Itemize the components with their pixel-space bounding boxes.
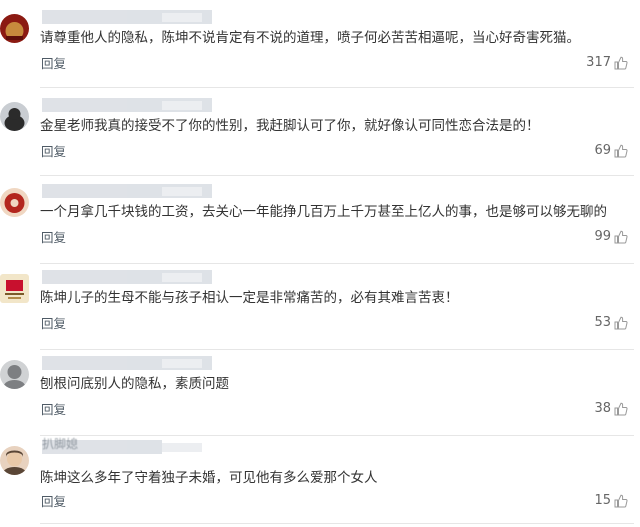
like-button[interactable]: 53 <box>594 314 628 332</box>
like-count: 53 <box>594 315 611 330</box>
comment-item: 陈坤儿子的生母不能与孩子相认一定是非常痛苦的，必有其难言苦衷！ 回复 53 <box>0 270 640 350</box>
reply-button[interactable]: 回复 <box>41 143 66 161</box>
thumbs-up-icon <box>614 316 628 330</box>
username-blurred[interactable] <box>42 356 212 370</box>
comment-item: 刨根问底别人的隐私，素质问题 回复 38 <box>0 356 640 436</box>
reply-button[interactable]: 回复 <box>41 55 66 73</box>
thumbs-up-icon <box>614 230 628 244</box>
comment-item: 一个月拿几千块钱的工资，去关心一年能挣几百万上千万甚至上亿人的事，也是够可以够无… <box>0 184 640 264</box>
divider <box>40 435 634 436</box>
user-avatar[interactable] <box>0 360 29 389</box>
comment-text: 陈坤儿子的生母不能与孩子相认一定是非常痛苦的，必有其难言苦衷！ <box>40 290 459 306</box>
divider <box>40 175 634 176</box>
comment-item: 请尊重他人的隐私，陈坤不说肯定有不说的道理，喷子何必苦苦相逼呢，当心好奇害死猫。… <box>0 10 640 88</box>
username-blurred[interactable] <box>42 98 212 112</box>
comment-item: 金星老师我真的接受不了你的性别，我赶脚认可了你，就好像认可同性恋合法是的！ 回复… <box>0 98 640 176</box>
like-count: 317 <box>586 55 611 70</box>
like-count: 15 <box>594 493 611 508</box>
like-button[interactable]: 69 <box>594 142 628 160</box>
username-blurred[interactable] <box>42 10 212 24</box>
like-count: 69 <box>594 143 611 158</box>
user-avatar[interactable] <box>0 102 29 131</box>
reply-button[interactable]: 回复 <box>41 229 66 247</box>
divider <box>40 87 634 88</box>
comment-item: 陈坤这么多年了守着独子未婚，可见他有多么爱那个女人 回复 15 <box>0 440 640 524</box>
like-button[interactable]: 99 <box>594 228 628 246</box>
thumbs-up-icon <box>614 144 628 158</box>
reply-button[interactable]: 回复 <box>41 401 66 419</box>
like-count: 99 <box>594 229 611 244</box>
reply-button[interactable]: 回复 <box>41 493 66 511</box>
comment-text: 陈坤这么多年了守着独子未婚，可见他有多么爱那个女人 <box>40 470 378 486</box>
thumbs-up-icon <box>614 56 628 70</box>
user-avatar[interactable] <box>0 14 29 43</box>
like-button[interactable]: 38 <box>594 400 628 418</box>
username-partial[interactable]: 扒脚媳 <box>42 437 78 451</box>
divider <box>40 263 634 264</box>
thumbs-up-icon <box>614 402 628 416</box>
user-avatar[interactable] <box>0 188 29 217</box>
user-avatar[interactable] <box>0 446 29 475</box>
divider <box>40 349 634 350</box>
comment-text: 请尊重他人的隐私，陈坤不说肯定有不说的道理，喷子何必苦苦相逼呢，当心好奇害死猫。 <box>40 30 580 46</box>
user-avatar[interactable] <box>0 274 29 303</box>
comment-text: 金星老师我真的接受不了你的性别，我赶脚认可了你，就好像认可同性恋合法是的！ <box>40 118 540 134</box>
like-button[interactable]: 317 <box>586 54 628 72</box>
like-count: 38 <box>594 401 611 416</box>
comment-text: 一个月拿几千块钱的工资，去关心一年能挣几百万上千万甚至上亿人的事，也是够可以够无… <box>40 204 607 220</box>
like-button[interactable]: 15 <box>594 492 628 510</box>
username-blurred[interactable] <box>42 270 212 284</box>
thumbs-up-icon <box>614 494 628 508</box>
reply-button[interactable]: 回复 <box>41 315 66 333</box>
comment-text: 刨根问底别人的隐私，素质问题 <box>40 376 229 392</box>
username-blurred[interactable] <box>42 184 212 198</box>
divider <box>40 523 634 524</box>
